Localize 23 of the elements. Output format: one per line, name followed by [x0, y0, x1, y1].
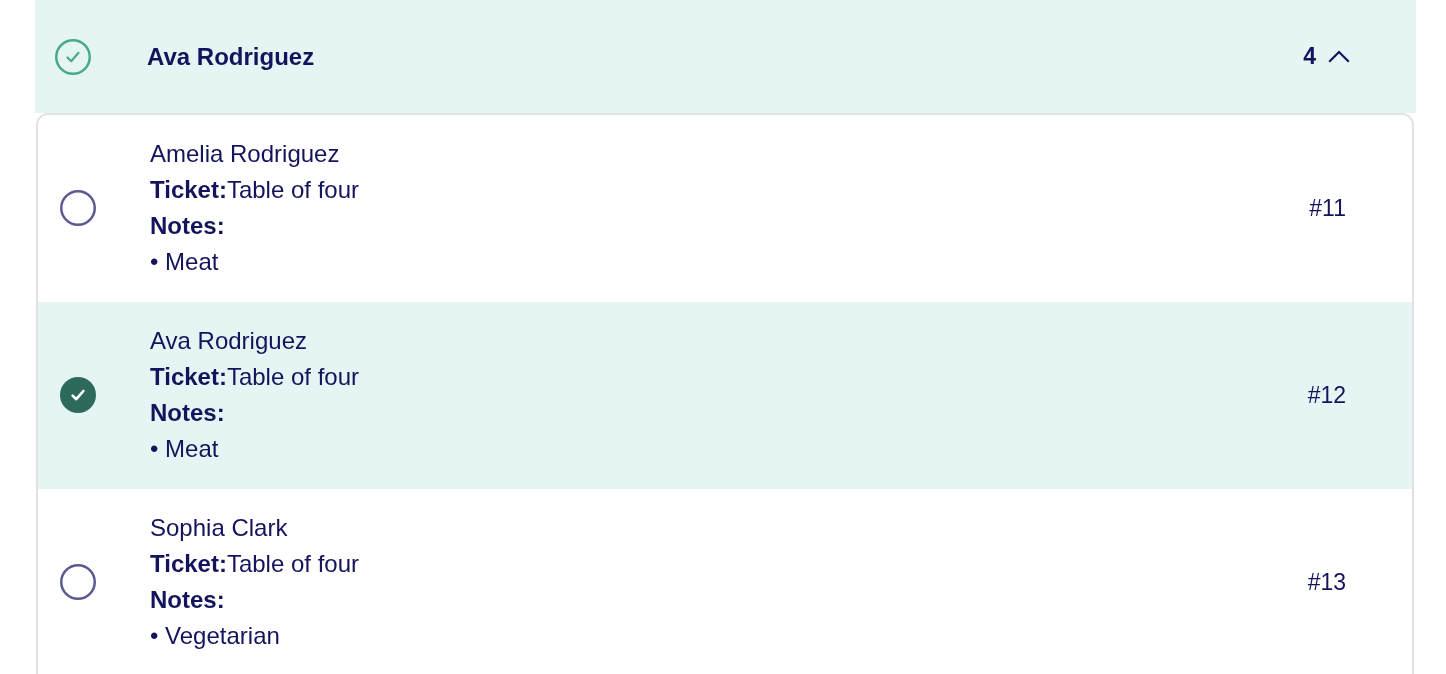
guest-name: Ava Rodriguez — [150, 326, 307, 356]
notes-label: Notes: — [150, 398, 225, 428]
ticket-text: Ticket:Table of four — [150, 549, 359, 579]
radio-icon[interactable] — [60, 190, 96, 226]
guest-name: Sophia Clark — [150, 513, 288, 543]
group-header[interactable]: Ava Rodriguez 4 — [35, 0, 1416, 113]
checked-radio-icon[interactable] — [60, 377, 96, 413]
guest-name: Amelia Rodriguez — [150, 139, 340, 169]
notes-label: Notes: — [150, 585, 225, 615]
entry-count: 4 — [1303, 43, 1316, 70]
group-name: Ava Rodriguez — [147, 42, 315, 71]
notes-label: Notes: — [150, 211, 225, 241]
radio-icon[interactable] — [60, 564, 96, 600]
ticket-text: Ticket:Table of four — [150, 175, 359, 205]
order-number: #13 — [1307, 568, 1346, 596]
order-number: #11 — [1309, 194, 1346, 222]
note-item: • Meat — [150, 247, 219, 277]
guest-row[interactable]: Ava Rodriguez Ticket:Table of four Notes: • Meat #12 — [38, 302, 1412, 489]
order-number: #12 — [1307, 381, 1346, 409]
chevron-up-icon[interactable] — [1328, 50, 1350, 63]
note-item: • Meat — [150, 434, 219, 464]
note-item: • Vegetarian — [150, 621, 280, 651]
ticket-text: Ticket:Table of four — [150, 362, 359, 392]
